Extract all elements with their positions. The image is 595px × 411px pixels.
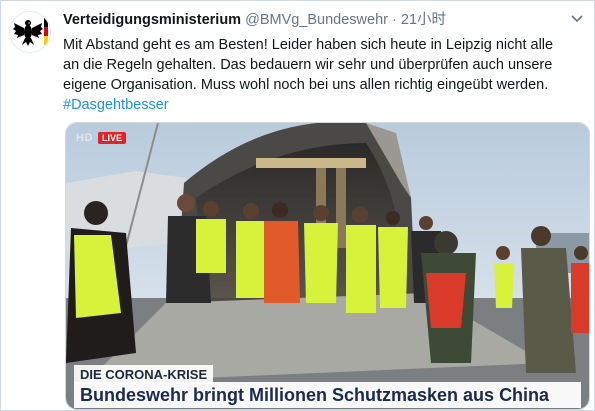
tweet-line: an die Regeln gehalten. Das bedauern wir…	[63, 57, 553, 73]
federal-eagle-icon	[10, 12, 50, 52]
news-headline-banner: Bundeswehr bringt Millionen Schutzmasken…	[74, 382, 581, 408]
news-headline: Bundeswehr bringt Millionen Schutzmasken…	[80, 385, 550, 405]
tweet-line: eigene Organisation. Muss wohl noch bei …	[63, 77, 549, 93]
chevron-down-icon[interactable]	[570, 11, 584, 25]
display-name[interactable]: Verteidigungsministerium	[63, 12, 241, 28]
hashtag-link[interactable]: #Dasgehtbesser	[63, 95, 588, 115]
tweet-text: Mit Abstand geht es am Besten! Leider ha…	[63, 35, 588, 115]
tweet-header: Verteidigungsministerium @BMVg_Bundesweh…	[63, 10, 564, 30]
timestamp[interactable]: 21小时	[401, 12, 446, 28]
tweet-card[interactable]: Verteidigungsministerium @BMVg_Bundesweh…	[0, 0, 595, 411]
hd-badge: HD	[76, 132, 93, 144]
tweet-line: Mit Abstand geht es am Besten! Leider ha…	[63, 37, 554, 53]
separator: ·	[392, 12, 397, 28]
video-player[interactable]: HD LIVE DIE CORONA-KRISE Bundeswehr brin…	[65, 122, 590, 410]
avatar[interactable]	[9, 11, 51, 53]
user-handle[interactable]: @BMVg_Bundeswehr	[245, 12, 388, 28]
live-badge: LIVE	[98, 132, 127, 144]
